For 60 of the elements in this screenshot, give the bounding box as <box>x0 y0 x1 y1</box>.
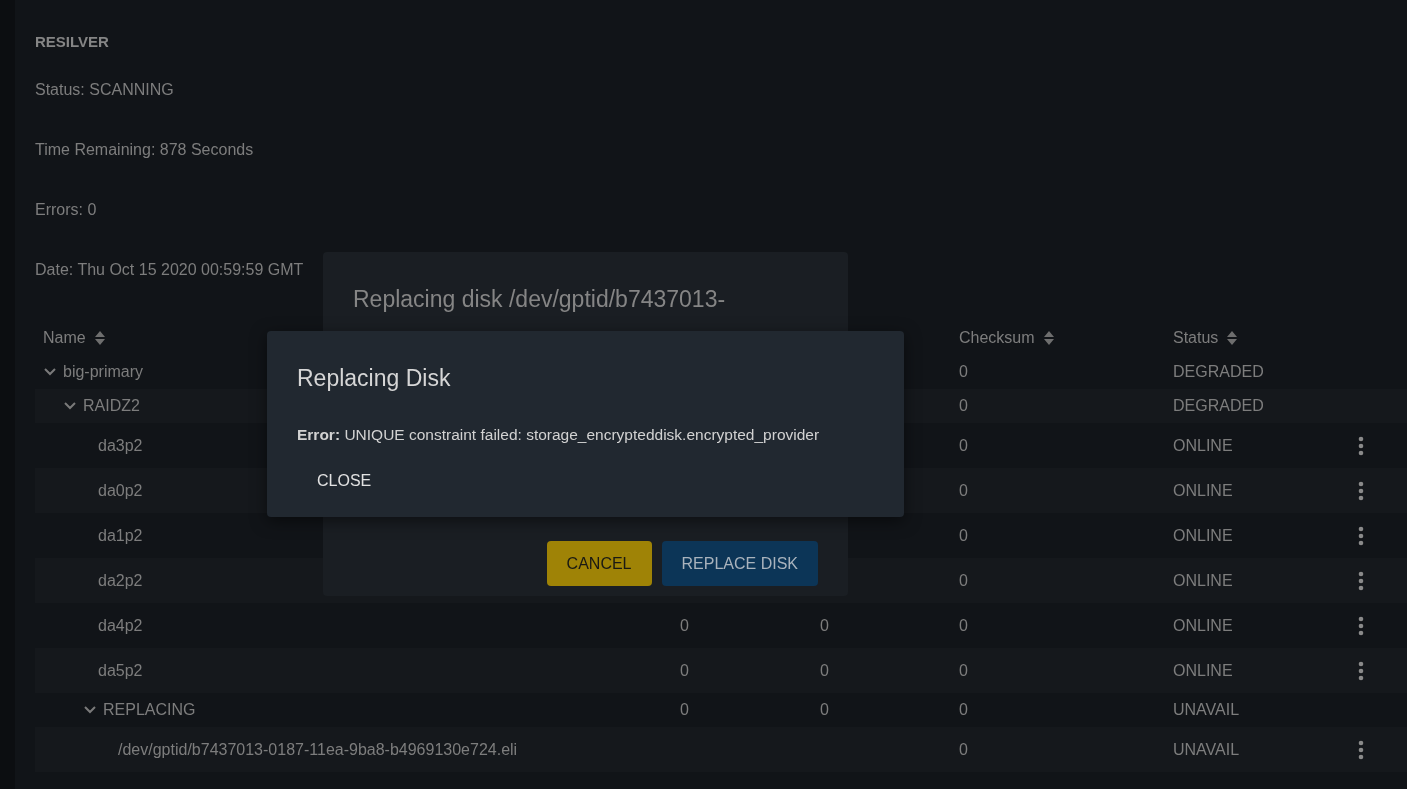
more-options-icon[interactable] <box>1358 570 1364 591</box>
disk-name: big-primary <box>63 363 143 381</box>
column-header[interactable]: Name <box>43 329 86 347</box>
count-cell: 0 <box>959 616 968 634</box>
more-options-icon[interactable] <box>1358 525 1364 546</box>
disk-name: da5p2 <box>98 661 143 680</box>
more-options-icon[interactable] <box>1358 480 1364 501</box>
count-cell: 0 <box>680 701 689 718</box>
disk-name: RAIDZ2 <box>83 397 140 415</box>
count-cell: 0 <box>959 526 968 544</box>
section-title: RESILVER <box>35 33 109 50</box>
cancel-button[interactable]: CANCEL <box>546 541 652 586</box>
count-cell: 0 <box>959 436 968 454</box>
status-text: Errors: 0 <box>35 201 97 218</box>
status-cell: ONLINE <box>1173 481 1233 499</box>
count-cell: 0 <box>820 661 829 679</box>
error-message: Error: UNIQUE constraint failed: storage_encrypteddisk.encrypted_provider <box>297 426 821 444</box>
status-cell: UNAVAIL <box>1173 740 1240 758</box>
count-cell: 0 <box>959 481 968 499</box>
status-cell: ONLINE <box>1173 571 1233 589</box>
disk-name: da1p2 <box>98 526 143 545</box>
count-cell: 0 <box>959 571 968 589</box>
status-cell: UNAVAIL <box>1173 701 1240 718</box>
disk-name: da3p2 <box>98 436 143 455</box>
column-header[interactable]: Status <box>1173 329 1219 347</box>
disk-name: da0p2 <box>98 481 143 500</box>
dialog-title: Replacing Disk <box>297 365 452 392</box>
status-cell: ONLINE <box>1173 616 1233 634</box>
status-cell: ONLINE <box>1173 436 1233 454</box>
count-cell: 0 <box>959 740 968 758</box>
status-cell: ONLINE <box>1173 526 1233 544</box>
chevron-down-icon[interactable] <box>63 401 77 411</box>
disk-name: da4p2 <box>98 616 143 635</box>
count-cell: 0 <box>820 701 829 718</box>
status-text: Date: Thu Oct 15 2020 00:59:59 GMT <box>35 261 304 278</box>
count-cell: 0 <box>959 661 968 679</box>
more-options-icon[interactable] <box>1358 739 1364 760</box>
disk-name: /dev/gptid/b7437013-0187-11ea-9ba8-b4969130e724.eli <box>118 740 518 759</box>
chevron-down-icon[interactable] <box>83 705 97 715</box>
close-button[interactable]: CLOSE <box>303 466 386 496</box>
count-cell: 0 <box>680 616 689 634</box>
dialog-title: Replacing disk /dev/gptid/b7437013- <box>353 286 727 313</box>
count-cell: 0 <box>959 701 968 718</box>
status-cell: DEGRADED <box>1173 363 1264 380</box>
disk-name: da2p2 <box>98 571 143 590</box>
status-cell: DEGRADED <box>1173 397 1264 414</box>
column-header[interactable]: Checksum <box>959 329 1035 347</box>
count-cell: 0 <box>959 397 968 414</box>
more-options-icon[interactable] <box>1358 435 1364 456</box>
count-cell: 0 <box>680 661 689 679</box>
status-text: Time Remaining: 878 Seconds <box>35 141 254 158</box>
count-cell: 0 <box>959 363 968 380</box>
status-text: Status: SCANNING <box>35 81 174 98</box>
count-cell: 0 <box>820 616 829 634</box>
more-options-icon[interactable] <box>1358 660 1364 681</box>
replace-disk-button[interactable]: REPLACE DISK <box>661 541 818 586</box>
chevron-down-icon[interactable] <box>43 367 57 377</box>
more-options-icon[interactable] <box>1358 615 1364 636</box>
disk-name: REPLACING <box>103 701 196 719</box>
status-cell: ONLINE <box>1173 661 1233 679</box>
